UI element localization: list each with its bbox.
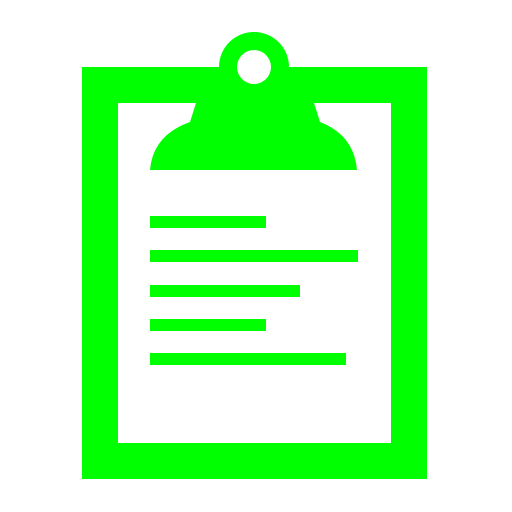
text-line-3	[150, 285, 300, 297]
text-line-1	[150, 216, 266, 228]
clip-body	[150, 103, 357, 170]
text-line-2	[150, 250, 358, 262]
icon-canvas	[0, 0, 512, 512]
clip-ring-hole	[237, 50, 271, 84]
text-line-5	[150, 353, 346, 365]
text-line-4	[150, 319, 266, 331]
clipboard-icon	[82, 32, 427, 479]
